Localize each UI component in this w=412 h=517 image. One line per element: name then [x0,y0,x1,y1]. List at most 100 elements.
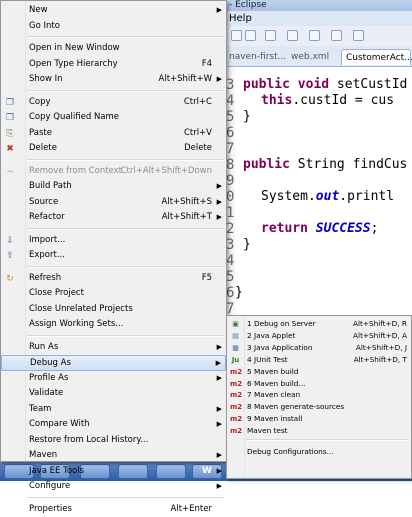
menu-item-label: 5 Maven build [247,366,298,378]
toolbar-icon[interactable] [331,30,342,41]
code-line: this.custId = cus [261,93,394,109]
toolbar [225,26,412,47]
menu-item-build-path[interactable]: Build Path▶ [1,179,226,195]
menu-item-source[interactable]: SourceAlt+Shift+S▶ [1,195,226,211]
line-number: 6 [226,125,234,141]
menu-item-label: Close Unrelated Projects [29,302,133,317]
menu-item-close-project[interactable]: Close Project [1,286,226,302]
menu-item-validate[interactable]: Validate [1,386,226,402]
menu-item-label: Open Type Hierarchy [29,57,118,72]
code-text: .custId = cus [292,93,394,108]
submenu-item-maven-test[interactable]: m2Maven test [227,425,411,437]
menu-item-paste[interactable]: ⎘PasteCtrl+V [1,126,226,142]
menu-item-java-ee-tools[interactable]: Java EE Tools▶ [1,464,226,480]
menu-item-properties[interactable]: PropertiesAlt+Enter [1,502,226,517]
menu-item-shortcut: Delete [184,141,212,156]
submenu-item-5-maven-build[interactable]: m25 Maven build [227,366,411,378]
menu-item-shortcut: F5 [202,271,212,286]
menu-separator [27,36,224,38]
menu-item-open-type-hierarchy[interactable]: Open Type HierarchyF4 [1,57,226,73]
menu-item-label: 8 Maven generate-sources [247,401,344,413]
menu-item-export[interactable]: ⇧Export... [1,248,226,264]
menu-item-close-unrelated-projects[interactable]: Close Unrelated Projects [1,302,226,318]
menu-item-import[interactable]: ⇩Import... [1,233,226,249]
maven-icon: m2 [230,414,241,424]
menu-item-compare-with[interactable]: Compare With▶ [1,417,226,433]
copy-qualified-icon: ❐ [5,113,15,123]
submenu-item-debug-configurations[interactable]: Debug Configurations... [227,446,411,458]
menu-item-new[interactable]: New▶ [1,3,226,19]
menu-item-restore-from-local-history[interactable]: Restore from Local History... [1,433,226,449]
menu-item-label: Debug Configurations... [247,446,334,458]
menu-item-label: Import... [29,233,65,248]
menu-item-shortcut: Alt+Shift+D, J [356,342,407,354]
menu-separator [246,439,409,441]
tab-web-xml[interactable]: web.xml [287,49,333,65]
menu-item-assign-working-sets[interactable]: Assign Working Sets... [1,317,226,333]
menu-item-label: 6 Maven build... [247,378,305,390]
menu-item-go-into[interactable]: Go Into [1,19,226,35]
tab-customer-action[interactable]: CustomerAct... [341,49,411,65]
line-number: 5 [226,269,234,285]
toolbar-icon[interactable] [245,30,256,41]
code-text: ; [371,221,379,236]
menu-item-refactor[interactable]: RefactorAlt+Shift+T▶ [1,210,226,226]
submenu-arrow-icon: ▶ [217,479,222,494]
toolbar-icon[interactable] [287,30,298,41]
code-line: return SUCCESS; [261,221,378,237]
code-static-field: out [316,189,339,204]
menu-item-remove-from-context[interactable]: −Remove from ContextCtrl+Alt+Shift+Down [1,164,226,180]
menu-item-show-in[interactable]: Show InAlt+Shift+W▶ [1,72,226,88]
submenu-item-6-maven-build[interactable]: m26 Maven build... [227,378,411,390]
menu-item-label: Refresh [29,271,61,286]
debug-as-submenu: ▣1 Debug on ServerAlt+Shift+D, R▤2 Java … [226,315,412,479]
menu-item-shortcut: Alt+Enter [171,502,212,517]
code-constant: SUCCESS [316,221,371,236]
menu-help[interactable]: Help [225,11,412,26]
code-keyword: public [243,157,298,172]
maven-icon: m2 [230,390,241,400]
menu-item-refresh[interactable]: ↻ Refresh F5 [1,271,226,287]
menu-item-shortcut: Alt+Shift+S [162,195,212,210]
toolbar-icon[interactable] [353,30,364,41]
refresh-icon: ↻ [5,274,15,284]
menu-item-label: 9 Maven install [247,413,302,425]
code-line: public void setCustId [243,77,407,93]
menu-item-shortcut: Alt+Shift+D, T [354,354,407,366]
menu-item-configure[interactable]: Configure▶ [1,479,226,495]
toolbar-icon[interactable] [309,30,320,41]
submenu-arrow-icon: ▶ [217,195,222,210]
submenu-item-9-maven-install[interactable]: m2 9 Maven install [227,413,411,425]
code-keyword: return [261,221,316,236]
toolbar-icon[interactable] [265,30,276,41]
tab-maven-first[interactable]: naven-first... [225,49,290,65]
context-menu: New▶Go Into Open in New WindowOpen Type H… [0,0,227,462]
menu-item-run-as[interactable]: Run As▶ [1,340,226,356]
menu-item-copy-qualified-name[interactable]: ❐Copy Qualified Name [1,110,226,126]
delete-icon: ✖ [5,144,15,154]
toolbar-icon[interactable] [231,30,242,41]
menu-item-maven[interactable]: Maven▶ [1,448,226,464]
menu-item-delete[interactable]: ✖DeleteDelete [1,141,226,157]
code-line: System.out.printl [261,189,394,205]
submenu-item-7-maven-clean[interactable]: m27 Maven clean [227,389,411,401]
submenu-arrow-icon: ▶ [217,3,222,18]
line-number: 5 [226,109,234,125]
menu-item-debug-as[interactable]: Debug As▶ [1,355,226,371]
submenu-item-3-java-application[interactable]: ▦3 Java ApplicationAlt+Shift+D, J [227,342,411,354]
submenu-item-4-junit-test[interactable]: Ju4 JUnit TestAlt+Shift+D, T [227,354,411,366]
submenu-item-2-java-applet[interactable]: ▤2 Java AppletAlt+Shift+D, A [227,330,411,342]
submenu-item-1-debug-on-server[interactable]: ▣1 Debug on ServerAlt+Shift+D, R [227,318,411,330]
line-number: 6 [226,285,234,301]
menu-item-team[interactable]: Team▶ [1,402,226,418]
submenu-arrow-icon: ▶ [217,210,222,225]
submenu-item-8-maven-generate-sources[interactable]: m28 Maven generate-sources [227,401,411,413]
menu-item-open-in-new-window[interactable]: Open in New Window [1,41,226,57]
menu-item-copy[interactable]: ❐CopyCtrl+C [1,95,226,111]
copy-icon: ❐ [5,98,15,108]
submenu-arrow-icon: ▶ [217,371,222,386]
menu-item-profile-as[interactable]: Profile As▶ [1,371,226,387]
line-number: 4 [226,93,234,109]
code-line: } [243,109,251,125]
line-number: 2 [226,221,234,237]
